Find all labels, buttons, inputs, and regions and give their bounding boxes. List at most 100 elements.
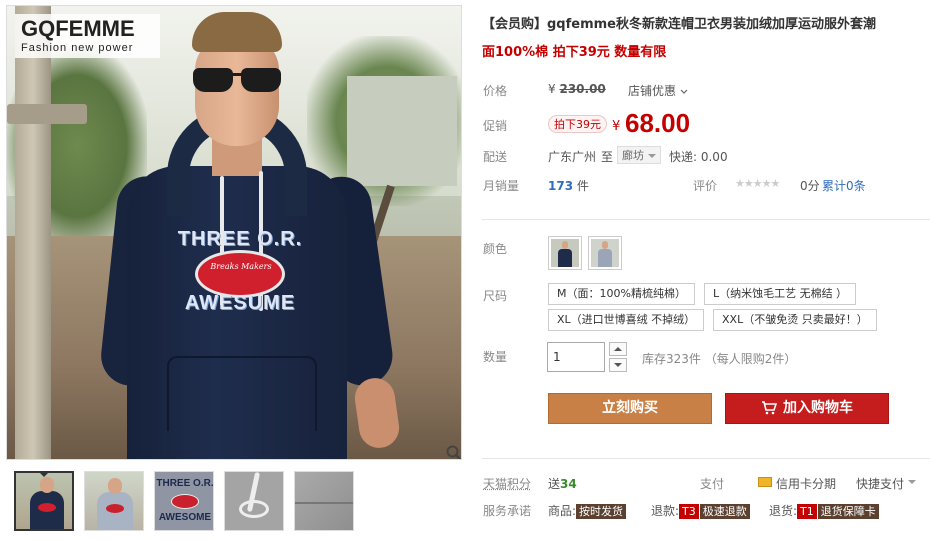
- on-time-delivery-badge[interactable]: 按时发货: [576, 504, 627, 519]
- thumb-grey-front[interactable]: [84, 471, 144, 531]
- zoom-icon[interactable]: [445, 444, 462, 460]
- sunglasses: [191, 68, 283, 92]
- store-discount-dropdown[interactable]: 店铺优惠: [628, 82, 688, 99]
- rating-label: 评价: [693, 179, 718, 193]
- rating-stars: ★★★★★: [735, 177, 780, 190]
- service-refund: 退款: T3 极速退款: [651, 502, 750, 519]
- service-return: 退货: T1 退货保障卡: [769, 502, 879, 519]
- background-pole-cap: [7, 104, 87, 124]
- stock-info: 库存323件 （每人限购2件）: [642, 352, 797, 366]
- chevron-down-icon: [680, 89, 688, 94]
- points-value: 34: [560, 477, 577, 491]
- store-discount-label: 店铺优惠: [628, 84, 677, 98]
- thumb-fabric[interactable]: [294, 471, 354, 531]
- thumb-head: [108, 478, 122, 494]
- points-label[interactable]: 天猫积分: [483, 475, 531, 492]
- quantity-increase-button[interactable]: [609, 342, 627, 356]
- express-fee: 快递: 0.00: [669, 150, 728, 164]
- points-prefix: 送: [548, 477, 561, 491]
- product-subtitle: 面100%棉 拍下39元 数量有限: [482, 45, 667, 60]
- price-label: 价格: [483, 84, 508, 98]
- quantity-input[interactable]: 1: [547, 342, 605, 372]
- monthly-sales: 173 件: [548, 177, 589, 194]
- print-football: [195, 250, 285, 298]
- color-swatch-grey[interactable]: [588, 236, 622, 270]
- thumb-drawstring[interactable]: [224, 471, 284, 531]
- sunglasses-lens: [193, 68, 233, 92]
- thumb-head: [40, 477, 54, 493]
- original-price-value: 230.00: [559, 82, 606, 96]
- divider: [482, 458, 930, 459]
- return-guarantee-badge[interactable]: 退货保障卡: [817, 504, 879, 519]
- thumb-print: [171, 494, 199, 509]
- model-figure: THREE O.R. Breaks Makers AWESUME: [98, 6, 407, 459]
- thumb-navy-front[interactable]: [14, 471, 74, 531]
- service-goods-label: 商品:: [548, 504, 577, 518]
- payment-label: 支付: [700, 477, 725, 491]
- size-option-l[interactable]: L（纳米蚀毛工艺 无棉结 ）: [704, 283, 857, 305]
- model-hand: [352, 375, 402, 451]
- promo-price: 68.00: [625, 108, 691, 138]
- credit-card-icon: [758, 477, 772, 487]
- currency-symbol: ¥: [612, 119, 621, 134]
- hoodie-pocket: [167, 356, 317, 431]
- add-to-cart-label: 加入购物车: [783, 400, 853, 416]
- service-refund-label: 退款:: [651, 504, 680, 518]
- rating-score: 0分: [800, 179, 820, 193]
- print-text-top: THREE O.R.: [177, 228, 303, 250]
- quantity-decrease-button[interactable]: [609, 358, 627, 372]
- credit-card-installment[interactable]: 信用卡分期: [776, 475, 836, 492]
- color-label: 颜色: [483, 242, 508, 256]
- points-info: 送34: [548, 475, 577, 492]
- thumb-seam: [295, 502, 353, 504]
- main-product-image[interactable]: THREE O.R. Breaks Makers AWESUME GQFEMME…: [6, 5, 462, 460]
- background-pole: [15, 6, 51, 459]
- add-to-cart-button[interactable]: 加入购物车: [725, 393, 889, 424]
- print-ball-text: Breaks Makers: [210, 262, 272, 271]
- sunglasses-lens: [241, 68, 281, 92]
- quantity-label: 数量: [483, 350, 508, 364]
- print-text-bottom: AWESUME: [184, 292, 296, 314]
- divider: [482, 219, 930, 220]
- swatch-image: [551, 239, 579, 267]
- promo-label: 促销: [483, 119, 508, 133]
- fast-refund-badge[interactable]: 极速退款: [699, 504, 750, 519]
- service-goods: 商品: 按时发货: [548, 502, 627, 519]
- size-option-m[interactable]: M（面：100%精梳纯棉）: [548, 283, 695, 305]
- buy-now-button[interactable]: 立刻购买: [548, 393, 712, 424]
- original-price: ¥ 230.00: [548, 82, 606, 96]
- currency-symbol: ¥: [548, 82, 556, 96]
- ship-to-word: 至: [601, 150, 614, 164]
- monthly-sales-label: 月销量: [483, 179, 520, 193]
- size-option-xl[interactable]: XL（进口世博喜绒 不掉绒）: [548, 309, 705, 331]
- swatch-image: [591, 239, 619, 267]
- review-count-link[interactable]: 累计0条: [822, 177, 866, 194]
- color-swatch-navy[interactable]: [548, 236, 582, 270]
- promo-tag: 拍下39元: [548, 115, 607, 133]
- thumb-print-top: THREE O.R.: [156, 478, 214, 489]
- cart-icon: [762, 401, 777, 415]
- quick-pay-dropdown[interactable]: 快捷支付: [856, 475, 917, 492]
- refund-code-badge: T3: [679, 504, 699, 519]
- thumb-print-closeup[interactable]: THREE O.R. AWESOME: [154, 471, 214, 531]
- return-code-badge: T1: [797, 504, 817, 519]
- thumb-cord-loop: [239, 500, 269, 518]
- size-option-xxl[interactable]: XXL（不皱免烫 只卖最好！）: [713, 309, 877, 331]
- thumb-print-bottom: AWESOME: [158, 512, 212, 523]
- shipping-label: 配送: [483, 150, 508, 164]
- product-title: 【会员购】gqfemme秋冬新款连帽卫衣男装加绒加厚运动服外套潮: [482, 17, 876, 32]
- destination-select[interactable]: 廊坊: [617, 146, 661, 164]
- model-hair: [192, 12, 282, 52]
- monthly-sales-count: 173: [548, 179, 574, 193]
- monthly-sales-unit: 件: [576, 179, 589, 193]
- brand-logo-slogan: Fashion new power: [21, 42, 134, 54]
- hoodie-print: THREE O.R. Breaks Makers AWESUME: [175, 228, 305, 320]
- brand-logo: GQFEMME Fashion new power: [15, 14, 160, 58]
- size-label: 尺码: [483, 289, 508, 303]
- service-label: 服务承诺: [483, 504, 532, 518]
- thumb-print: [106, 504, 124, 513]
- thumbnail-strip: THREE O.R. AWESOME: [14, 471, 354, 533]
- thumb-print: [38, 503, 56, 512]
- service-return-label: 退货:: [769, 504, 798, 518]
- ship-from: 广东广州: [548, 150, 597, 164]
